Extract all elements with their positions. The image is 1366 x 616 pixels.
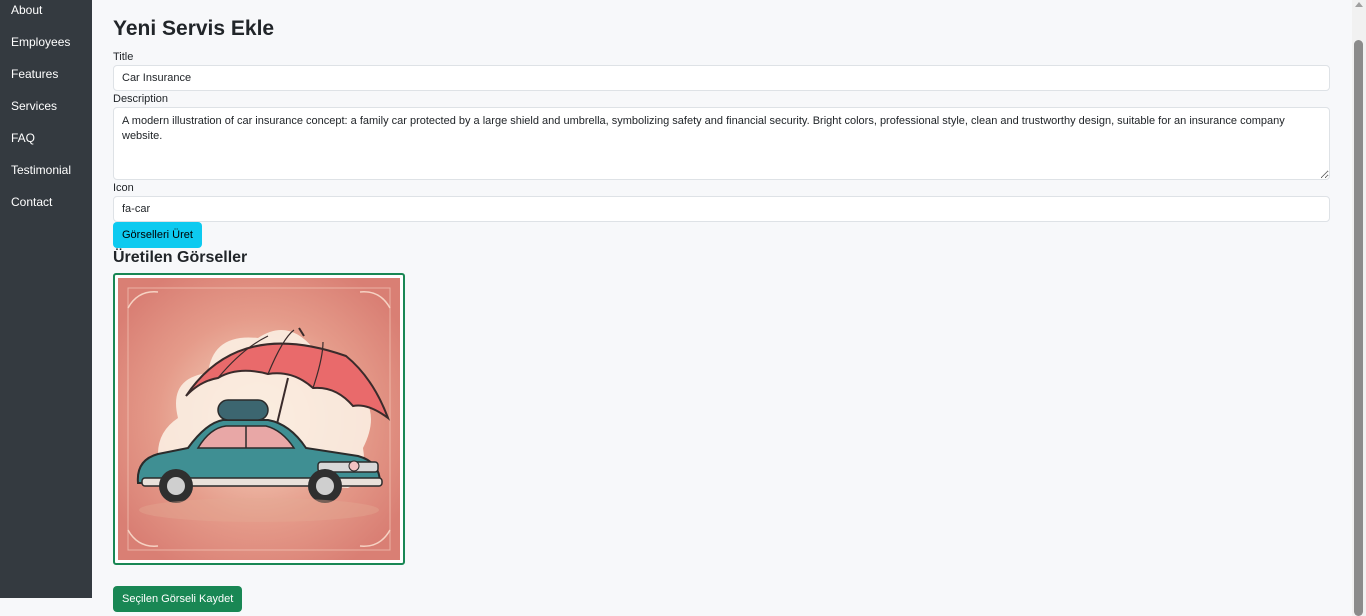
save-selected-image-button[interactable]: Seçilen Görseli Kaydet <box>113 586 243 612</box>
description-textarea[interactable]: A modern illustration of car insurance c… <box>113 107 1330 180</box>
sidebar-item-about[interactable]: About <box>0 0 92 22</box>
sidebar-item-faq[interactable]: FAQ <box>0 118 92 150</box>
scrollbar-thumb[interactable] <box>1354 40 1363 616</box>
title-input[interactable] <box>113 65 1330 91</box>
sidebar-item-features[interactable]: Features <box>0 54 92 86</box>
icon-input[interactable] <box>113 196 1330 222</box>
generate-images-button[interactable]: Görselleri Üret <box>113 222 202 248</box>
vertical-scrollbar[interactable] <box>1352 0 1366 616</box>
generated-image-card[interactable] <box>113 273 405 565</box>
sidebar-item-employees[interactable]: Employees <box>0 22 92 54</box>
description-label: Description <box>113 93 169 105</box>
scroll-up-icon[interactable] <box>1355 2 1363 7</box>
generated-images-heading: Üretilen Görseller <box>113 249 248 266</box>
page-title: Yeni Servis Ekle <box>113 17 275 40</box>
title-label: Title <box>113 51 134 63</box>
sidebar-item-services[interactable]: Services <box>0 86 92 118</box>
sidebar-item-testimonial[interactable]: Testimonial <box>0 150 92 182</box>
icon-label: Icon <box>113 182 134 194</box>
sidebar: About Employees Features Services FAQ Te… <box>0 0 92 598</box>
car-umbrella-image <box>118 278 400 560</box>
sidebar-item-contact[interactable]: Contact <box>0 182 92 214</box>
